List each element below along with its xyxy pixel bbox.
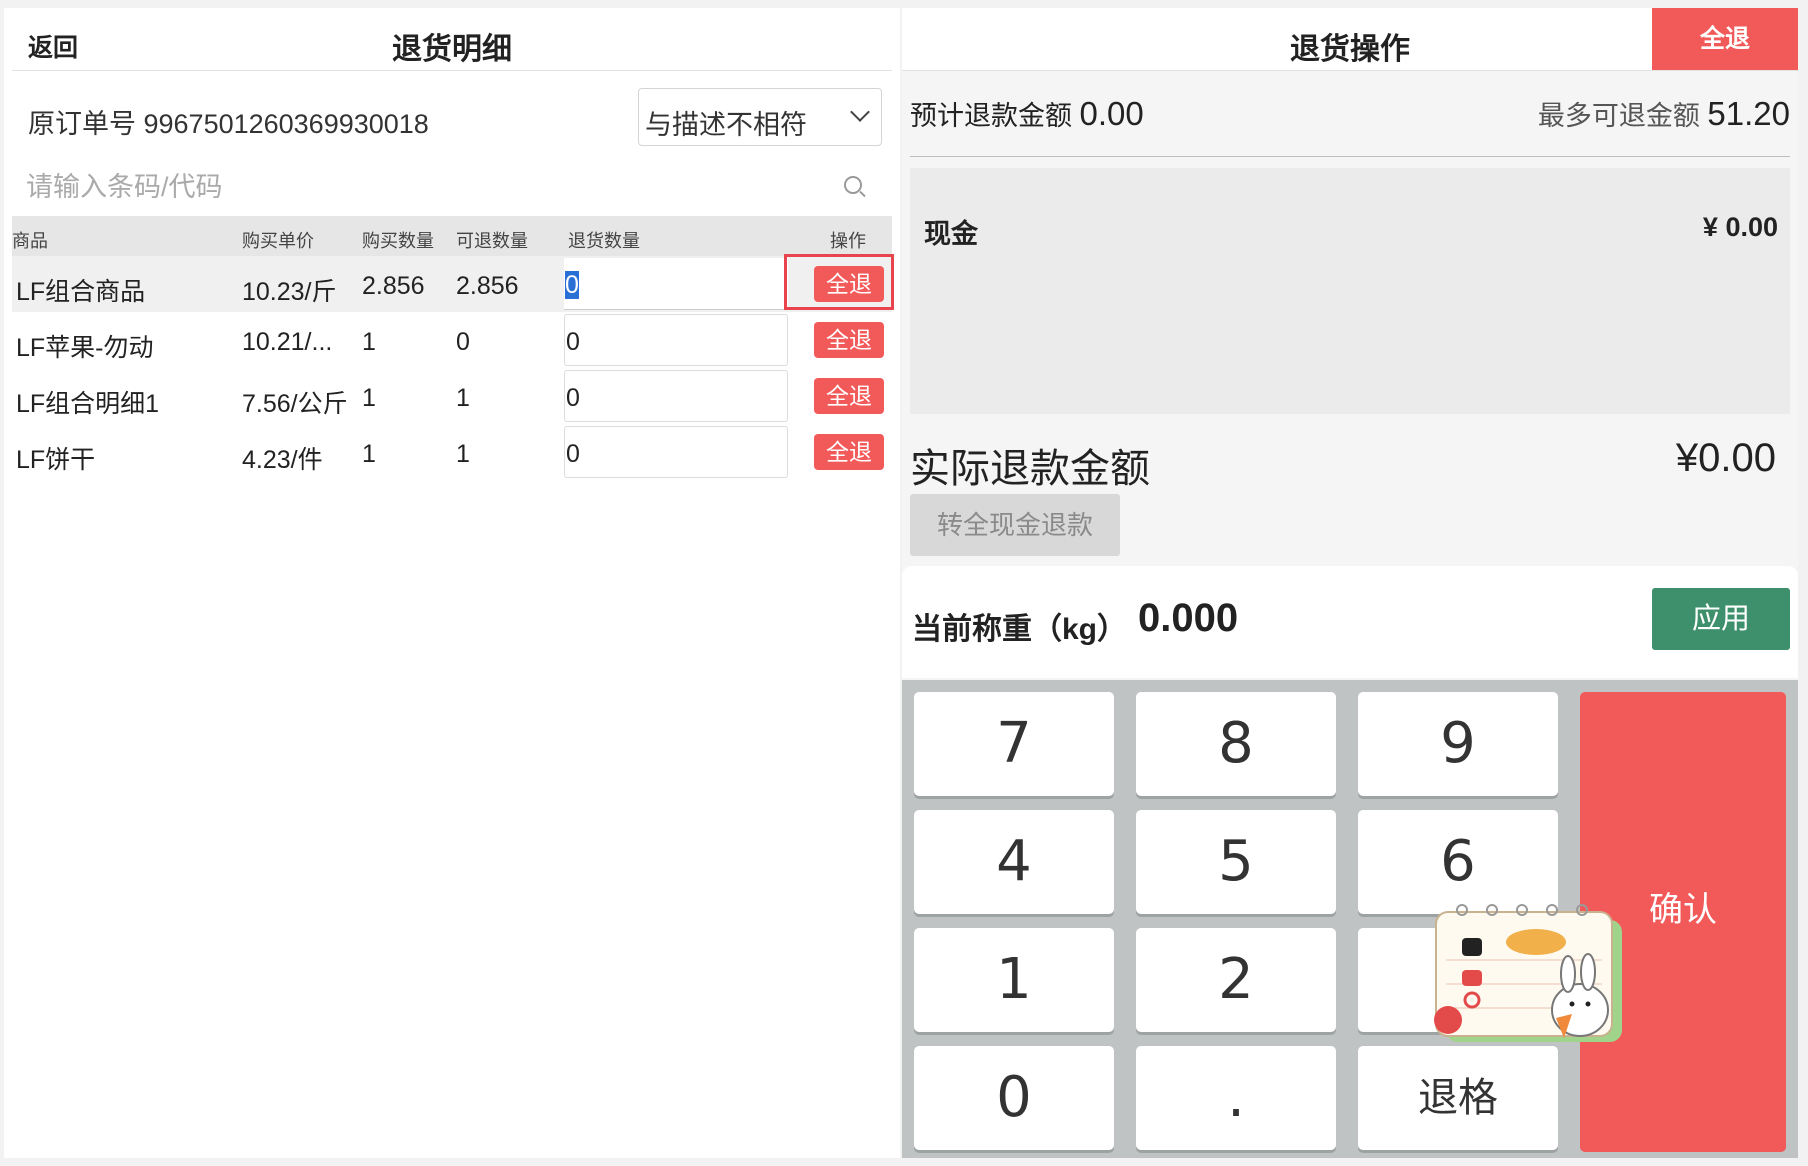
cash-label: 现金 bbox=[924, 219, 978, 249]
cash-amount: ¥ 0.00 bbox=[1702, 212, 1778, 242]
return-qty-input[interactable]: 0 bbox=[564, 314, 788, 366]
max-refund-value: 51.20 bbox=[1707, 95, 1790, 132]
col-bought-qty: 购买数量 bbox=[362, 231, 434, 251]
return-detail-title: 退货明细 bbox=[392, 33, 512, 66]
returnable-qty: 1 bbox=[456, 440, 470, 468]
unit-price: 10.23/斤 bbox=[242, 278, 337, 306]
calendar-bunny-sticker-icon bbox=[1434, 904, 1622, 1042]
actual-refund-value: ¥0.00 bbox=[1675, 436, 1776, 480]
return-qty-input[interactable]: 0 bbox=[564, 258, 788, 310]
col-action: 操作 bbox=[830, 231, 866, 251]
table-row[interactable]: LF组合明细1 7.56/公斤 1 1 0 全退 bbox=[12, 368, 892, 424]
barcode-search bbox=[12, 156, 892, 218]
return-operation-header: 退货操作 全退 bbox=[902, 8, 1798, 71]
full-return-button[interactable]: 全退 bbox=[814, 434, 884, 470]
return-reason-value: 与描述不相符 bbox=[645, 110, 807, 140]
full-return-button[interactable]: 全退 bbox=[814, 378, 884, 414]
unit-price: 10.21/... bbox=[242, 328, 333, 356]
col-unit-price: 购买单价 bbox=[242, 231, 314, 251]
return-qty-input[interactable]: 0 bbox=[564, 426, 788, 478]
highlight-box bbox=[784, 254, 894, 310]
key-7[interactable]: 7 bbox=[914, 692, 1114, 796]
key-9[interactable]: 9 bbox=[1358, 692, 1558, 796]
convert-to-cash-button[interactable]: 转全现金退款 bbox=[910, 494, 1120, 556]
estimated-refund: 预计退款金额 0.00 bbox=[910, 94, 1144, 133]
key-2[interactable]: 2 bbox=[1136, 928, 1336, 1032]
return-qty-input[interactable]: 0 bbox=[564, 370, 788, 422]
key-backspace[interactable]: 退格 bbox=[1358, 1046, 1558, 1150]
full-return-all-button[interactable]: 全退 bbox=[1652, 8, 1798, 70]
key-6[interactable]: 6 bbox=[1358, 810, 1558, 914]
full-return-button[interactable]: 全退 bbox=[814, 322, 884, 358]
col-return-qty: 退货数量 bbox=[568, 231, 640, 251]
bought-qty: 1 bbox=[362, 328, 376, 356]
table-header: 商品 购买单价 购买数量 可退数量 退货数量 操作 bbox=[12, 216, 892, 256]
bought-qty: 1 bbox=[362, 440, 376, 468]
key-0[interactable]: 0 bbox=[914, 1046, 1114, 1150]
product-name: LF组合明细1 bbox=[16, 390, 160, 418]
col-returnable-qty: 可退数量 bbox=[456, 231, 528, 251]
key-1[interactable]: 1 bbox=[914, 928, 1114, 1032]
actual-refund-label: 实际退款金额 bbox=[910, 447, 1150, 491]
product-name: LF苹果-勿动 bbox=[16, 334, 154, 362]
return-reason-select[interactable]: 与描述不相符 bbox=[638, 88, 882, 146]
return-operation-pane: 退货操作 全退 预计退款金额 0.00 最多可退金额 51.20 现金 ¥ 0.… bbox=[902, 8, 1798, 1158]
product-name: LF组合商品 bbox=[16, 278, 146, 306]
returnable-qty: 0 bbox=[456, 328, 470, 356]
estimated-refund-value: 0.00 bbox=[1079, 95, 1144, 132]
unit-price: 4.23/件 bbox=[242, 446, 323, 474]
returnable-qty: 2.856 bbox=[456, 272, 519, 300]
search-icon[interactable] bbox=[844, 176, 862, 194]
return-qty-value: 0 bbox=[565, 271, 579, 299]
table-row[interactable]: LF组合商品 10.23/斤 2.856 2.856 0 全退 bbox=[12, 256, 892, 312]
return-detail-pane: 返回 退货明细 原订单号 996750126036993001​8 与描述不相符… bbox=[4, 8, 900, 1158]
return-detail-header: 返回 退货明细 bbox=[12, 8, 892, 71]
apply-button[interactable]: 应用 bbox=[1652, 588, 1790, 650]
numeric-keypad: 7 8 9 4 5 6 1 2 3 0 . 退格 确认 bbox=[902, 680, 1798, 1158]
key-5[interactable]: 5 bbox=[1136, 810, 1336, 914]
product-name: LF饼干 bbox=[16, 446, 96, 474]
col-product: 商品 bbox=[12, 231, 48, 251]
bought-qty: 1 bbox=[362, 384, 376, 412]
original-order-number: 原订单号 996750126036993001​8 bbox=[28, 109, 429, 139]
current-weight-label: 当前称重（kg） bbox=[912, 613, 1128, 646]
table-row[interactable]: LF饼干 4.23/件 1 1 0 全退 bbox=[12, 424, 892, 480]
scale-weight-bar: 当前称重（kg） 0.000 应用 bbox=[902, 566, 1798, 678]
key-4[interactable]: 4 bbox=[914, 810, 1114, 914]
current-weight-value: 0.000 bbox=[1138, 596, 1239, 640]
max-refund: 最多可退金额 51.20 bbox=[1538, 94, 1790, 133]
payment-method-box: 现金 ¥ 0.00 bbox=[910, 168, 1790, 414]
returnable-qty: 1 bbox=[456, 384, 470, 412]
chevron-down-icon bbox=[850, 102, 870, 122]
barcode-search-input[interactable] bbox=[24, 164, 848, 210]
bought-qty: 2.856 bbox=[362, 272, 425, 300]
key-8[interactable]: 8 bbox=[1136, 692, 1336, 796]
max-refund-label: 最多可退金额 bbox=[1537, 101, 1700, 131]
divider bbox=[910, 156, 1790, 157]
table-row[interactable]: LF苹果-勿动 10.21/... 1 0 0 全退 bbox=[12, 312, 892, 368]
order-info-row: 原订单号 996750126036993001​8 与描述不相符 bbox=[12, 78, 892, 150]
estimated-refund-label: 预计退款金额 bbox=[910, 101, 1072, 131]
key-dot[interactable]: . bbox=[1136, 1046, 1336, 1150]
unit-price: 7.56/公斤 bbox=[242, 390, 348, 418]
